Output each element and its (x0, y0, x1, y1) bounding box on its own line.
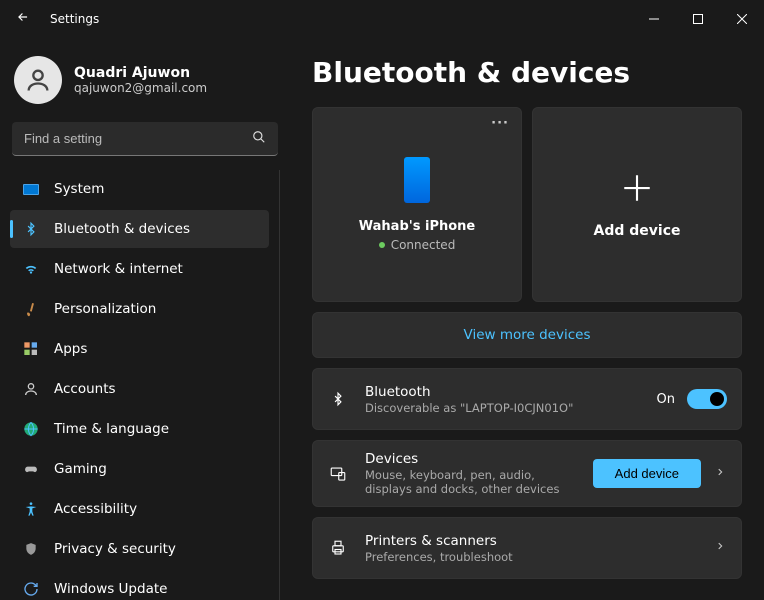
toggle-state-label: On (657, 392, 675, 407)
chevron-right-icon (713, 461, 727, 487)
nav-list: System Bluetooth & devices Network & int… (10, 170, 280, 600)
titlebar: Settings (0, 0, 764, 38)
row-subtitle: Preferences, troubleshoot (365, 550, 585, 564)
shield-icon (22, 540, 40, 558)
page-title: Bluetooth & devices (312, 56, 742, 89)
bluetooth-toggle[interactable] (687, 389, 727, 409)
search-box[interactable] (12, 122, 278, 156)
phone-icon (404, 157, 430, 203)
printers-row[interactable]: Printers & scanners Preferences, trouble… (312, 517, 742, 579)
nav-item-windows-update[interactable]: Windows Update (10, 570, 269, 600)
printer-icon (327, 539, 349, 557)
search-icon (252, 130, 266, 148)
avatar (14, 56, 62, 104)
devices-icon (327, 465, 349, 483)
user-email: qajuwon2@gmail.com (74, 81, 207, 95)
update-icon (22, 580, 40, 598)
add-device-button[interactable]: Add device (593, 459, 701, 488)
nav-item-personalization[interactable]: Personalization (10, 290, 269, 328)
plus-icon (620, 171, 654, 209)
close-button[interactable] (720, 0, 764, 38)
row-title: Printers & scanners (365, 533, 697, 549)
sidebar: Quadri Ajuwon qajuwon2@gmail.com System … (0, 38, 290, 600)
add-device-label: Add device (594, 223, 681, 239)
maximize-button[interactable] (676, 0, 720, 38)
nav-item-privacy[interactable]: Privacy & security (10, 530, 269, 568)
row-title: Devices (365, 451, 577, 467)
bluetooth-icon (22, 220, 40, 238)
user-profile[interactable]: Quadri Ajuwon qajuwon2@gmail.com (10, 52, 280, 122)
chevron-right-icon (713, 535, 727, 561)
user-name: Quadri Ajuwon (74, 65, 207, 81)
device-name: Wahab's iPhone (359, 219, 475, 234)
system-icon (22, 180, 40, 198)
nav-item-time-language[interactable]: Time & language (10, 410, 269, 448)
status-dot-icon (379, 242, 385, 248)
row-subtitle: Discoverable as "LAPTOP-I0CJN01O" (365, 401, 585, 415)
minimize-button[interactable] (632, 0, 676, 38)
apps-icon (22, 340, 40, 358)
more-icon[interactable]: ··· (491, 116, 509, 131)
back-button[interactable] (12, 6, 34, 32)
bluetooth-icon (327, 389, 349, 409)
row-subtitle: Mouse, keyboard, pen, audio, displays an… (365, 468, 577, 496)
row-title: Bluetooth (365, 384, 641, 400)
accounts-icon (22, 380, 40, 398)
nav-item-accessibility[interactable]: Accessibility (10, 490, 269, 528)
gaming-icon (22, 460, 40, 478)
bluetooth-row[interactable]: Bluetooth Discoverable as "LAPTOP-I0CJN0… (312, 368, 742, 430)
window-title: Settings (50, 12, 99, 26)
nav-item-gaming[interactable]: Gaming (10, 450, 269, 488)
nav-item-bluetooth-devices[interactable]: Bluetooth & devices (10, 210, 269, 248)
main-panel: Bluetooth & devices ··· Wahab's iPhone C… (290, 38, 764, 600)
device-status: Connected (379, 238, 456, 252)
nav-item-system[interactable]: System (10, 170, 269, 208)
search-input[interactable] (24, 131, 252, 146)
brush-icon (22, 300, 40, 318)
wifi-icon (22, 260, 40, 278)
nav-item-apps[interactable]: Apps (10, 330, 269, 368)
globe-icon (22, 420, 40, 438)
devices-row[interactable]: Devices Mouse, keyboard, pen, audio, dis… (312, 440, 742, 507)
nav-item-network[interactable]: Network & internet (10, 250, 269, 288)
accessibility-icon (22, 500, 40, 518)
view-more-devices-button[interactable]: View more devices (312, 312, 742, 358)
add-device-card[interactable]: Add device (532, 107, 742, 302)
nav-item-accounts[interactable]: Accounts (10, 370, 269, 408)
device-card[interactable]: ··· Wahab's iPhone Connected (312, 107, 522, 302)
